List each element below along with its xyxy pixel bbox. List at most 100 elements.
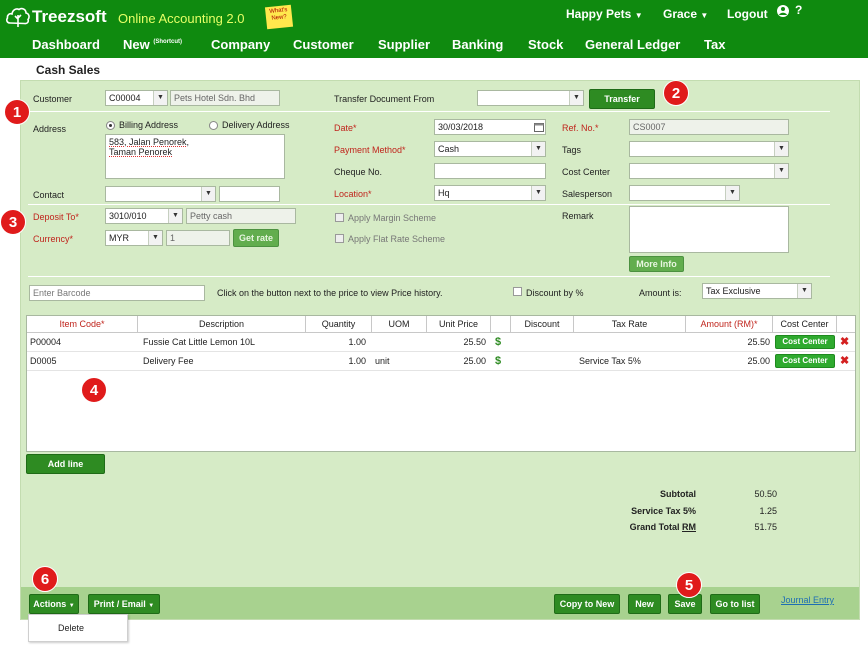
barcode-input[interactable]: Enter Barcode <box>29 285 205 301</box>
copy-to-new-button[interactable]: Copy to New <box>554 594 620 614</box>
amount-cell[interactable]: 25.50 <box>686 333 770 352</box>
whats-new-badge[interactable]: What's New? <box>264 4 294 30</box>
remark-textarea[interactable] <box>629 206 789 253</box>
nav-stock[interactable]: Stock <box>528 37 563 52</box>
discount-by-percent-checkbox[interactable] <box>513 287 522 296</box>
logout-link[interactable]: Logout <box>727 7 768 21</box>
chevron-down-icon: ▼ <box>531 186 545 200</box>
cost-center-button[interactable]: Cost Center <box>775 354 835 368</box>
cost-center-select[interactable]: ▼ <box>629 163 789 179</box>
nav-banking[interactable]: Banking <box>452 37 503 52</box>
print-email-button[interactable]: Print / Email ▼ <box>88 594 160 614</box>
address-line-2: Taman Penorek <box>109 147 173 157</box>
delivery-address-label: Delivery Address <box>222 120 290 130</box>
col-unit-price[interactable]: Unit Price <box>427 316 491 333</box>
exchange-rate-field[interactable]: 1 <box>166 230 230 246</box>
price-history-icon[interactable]: $ <box>495 333 501 352</box>
callout-marker-5: 5 <box>676 572 702 598</box>
salesperson-select[interactable]: ▼ <box>629 185 740 201</box>
contact-select[interactable]: ▼ <box>105 186 216 202</box>
new-button[interactable]: New <box>628 594 661 614</box>
nav-tax[interactable]: Tax <box>704 37 725 52</box>
item-code-cell[interactable]: P00004 <box>30 333 61 352</box>
nav-company[interactable]: Company <box>211 37 270 52</box>
location-select[interactable]: Hq ▼ <box>434 185 546 201</box>
more-info-button[interactable]: More Info <box>629 256 684 272</box>
add-line-button[interactable]: Add line <box>26 454 105 474</box>
help-icon[interactable]: ? <box>795 3 802 17</box>
user-menu[interactable]: Grace ▼ <box>663 7 708 21</box>
chevron-down-icon: ▼ <box>774 142 788 156</box>
description-cell[interactable]: Delivery Fee <box>143 352 194 371</box>
transfer-document-select[interactable]: ▼ <box>477 90 584 106</box>
col-item-code[interactable]: Item Code* <box>27 316 138 333</box>
col-uom[interactable]: UOM <box>372 316 427 333</box>
billing-address-label: Billing Address <box>119 120 179 130</box>
nav-supplier[interactable]: Supplier <box>378 37 430 52</box>
actions-button[interactable]: Actions ▼ <box>29 594 79 614</box>
date-field[interactable]: 30/03/2018 <box>434 119 546 135</box>
delete-menu-item[interactable]: Delete <box>58 623 84 633</box>
go-to-list-button[interactable]: Go to list <box>710 594 760 614</box>
callout-marker-2: 2 <box>663 80 689 106</box>
nav-new[interactable]: New (Shortcut) <box>123 37 182 52</box>
unit-price-cell[interactable]: 25.50 <box>427 333 486 352</box>
cheque-no-field[interactable] <box>434 163 546 179</box>
contact-field[interactable] <box>219 186 280 202</box>
nav-general-ledger[interactable]: General Ledger <box>585 37 680 52</box>
currency-select[interactable]: MYR ▼ <box>105 230 163 246</box>
col-cost-center[interactable]: Cost Center <box>773 316 837 333</box>
flat-rate-checkbox[interactable] <box>335 234 344 243</box>
cheque-no-label: Cheque No. <box>334 167 383 177</box>
remark-label: Remark <box>562 211 594 221</box>
actions-dropdown-menu: Delete <box>28 614 128 642</box>
amount-is-select[interactable]: Tax Exclusive ▼ <box>702 283 812 299</box>
margin-scheme-checkbox[interactable] <box>335 213 344 222</box>
quantity-cell[interactable]: 1.00 <box>306 333 366 352</box>
uom-cell[interactable]: unit <box>375 352 390 371</box>
get-rate-button[interactable]: Get rate <box>233 229 279 247</box>
delivery-address-radio[interactable] <box>209 121 218 130</box>
quantity-cell[interactable]: 1.00 <box>306 352 366 371</box>
price-history-icon[interactable]: $ <box>495 352 501 371</box>
transfer-button[interactable]: Transfer <box>589 89 655 109</box>
brand-name[interactable]: Treezsoft <box>32 7 107 27</box>
deposit-to-select[interactable]: 3010/010 ▼ <box>105 208 183 224</box>
col-amount[interactable]: Amount (RM)* <box>686 316 773 333</box>
customer-code-select[interactable]: C00004 ▼ <box>105 90 168 106</box>
calendar-icon[interactable] <box>534 122 544 132</box>
payment-method-label: Payment Method* <box>334 145 406 155</box>
tags-select[interactable]: ▼ <box>629 141 789 157</box>
amount-cell[interactable]: 25.00 <box>686 352 770 371</box>
description-cell[interactable]: Fussie Cat Little Lemon 10L <box>143 333 255 352</box>
table-row[interactable]: D0005 Delivery Fee 1.00 unit 25.00 $ Ser… <box>27 352 855 371</box>
company-menu[interactable]: Happy Pets ▼ <box>566 7 643 21</box>
chevron-down-icon: ▼ <box>569 91 583 105</box>
chevron-down-icon: ▼ <box>700 11 709 20</box>
ref-no-field[interactable]: CS0007 <box>629 119 789 135</box>
col-delete <box>837 316 855 333</box>
col-discount[interactable]: Discount <box>511 316 574 333</box>
address-textarea[interactable]: 583, Jalan Penorek, Taman Penorek <box>105 134 285 179</box>
tax-rate-cell[interactable]: Service Tax 5% <box>579 352 641 371</box>
unit-price-cell[interactable]: 25.00 <box>427 352 486 371</box>
col-quantity[interactable]: Quantity <box>306 316 372 333</box>
chevron-down-icon: ▼ <box>148 231 162 245</box>
delete-row-icon[interactable]: ✖ <box>840 333 849 352</box>
table-row[interactable]: P00004 Fussie Cat Little Lemon 10L 1.00 … <box>27 333 855 352</box>
divider <box>28 204 830 205</box>
nav-customer[interactable]: Customer <box>293 37 354 52</box>
cost-center-button[interactable]: Cost Center <box>775 335 835 349</box>
nav-dashboard[interactable]: Dashboard <box>32 37 100 52</box>
billing-address-radio[interactable] <box>106 121 115 130</box>
customer-name-field: Pets Hotel Sdn. Bhd <box>170 90 280 106</box>
col-tax-rate[interactable]: Tax Rate <box>574 316 686 333</box>
item-code-cell[interactable]: D0005 <box>30 352 57 371</box>
chevron-down-icon: ▼ <box>201 187 215 201</box>
journal-entry-link[interactable]: Journal Entry <box>781 595 834 605</box>
col-description[interactable]: Description <box>138 316 306 333</box>
support-icon[interactable] <box>776 4 790 18</box>
chevron-down-icon: ▼ <box>634 11 643 20</box>
payment-method-select[interactable]: Cash ▼ <box>434 141 546 157</box>
delete-row-icon[interactable]: ✖ <box>840 352 849 371</box>
